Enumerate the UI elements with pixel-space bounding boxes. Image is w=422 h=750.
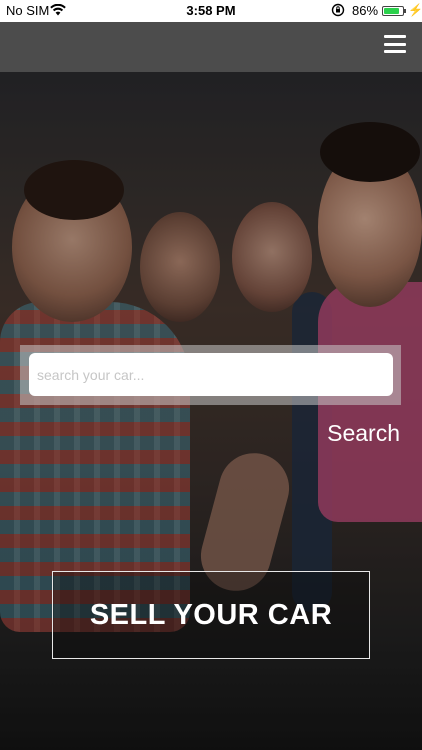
search-button[interactable]: Search: [300, 420, 400, 447]
sell-your-car-label: SELL YOUR CAR: [89, 598, 333, 631]
charging-bolt-icon: ⚡: [408, 3, 422, 17]
orientation-lock-icon: [331, 3, 345, 20]
battery-percent: 86%: [352, 3, 379, 18]
sell-your-car-button[interactable]: SELL YOUR CAR: [52, 571, 370, 659]
hamburger-menu-icon[interactable]: [384, 35, 406, 53]
search-input[interactable]: [29, 353, 393, 396]
battery-tip: [404, 9, 406, 13]
top-navbar: [0, 22, 422, 72]
status-bar: No SIM 3:58 PM 86% ⚡: [0, 0, 422, 22]
battery-icon: [382, 6, 404, 16]
